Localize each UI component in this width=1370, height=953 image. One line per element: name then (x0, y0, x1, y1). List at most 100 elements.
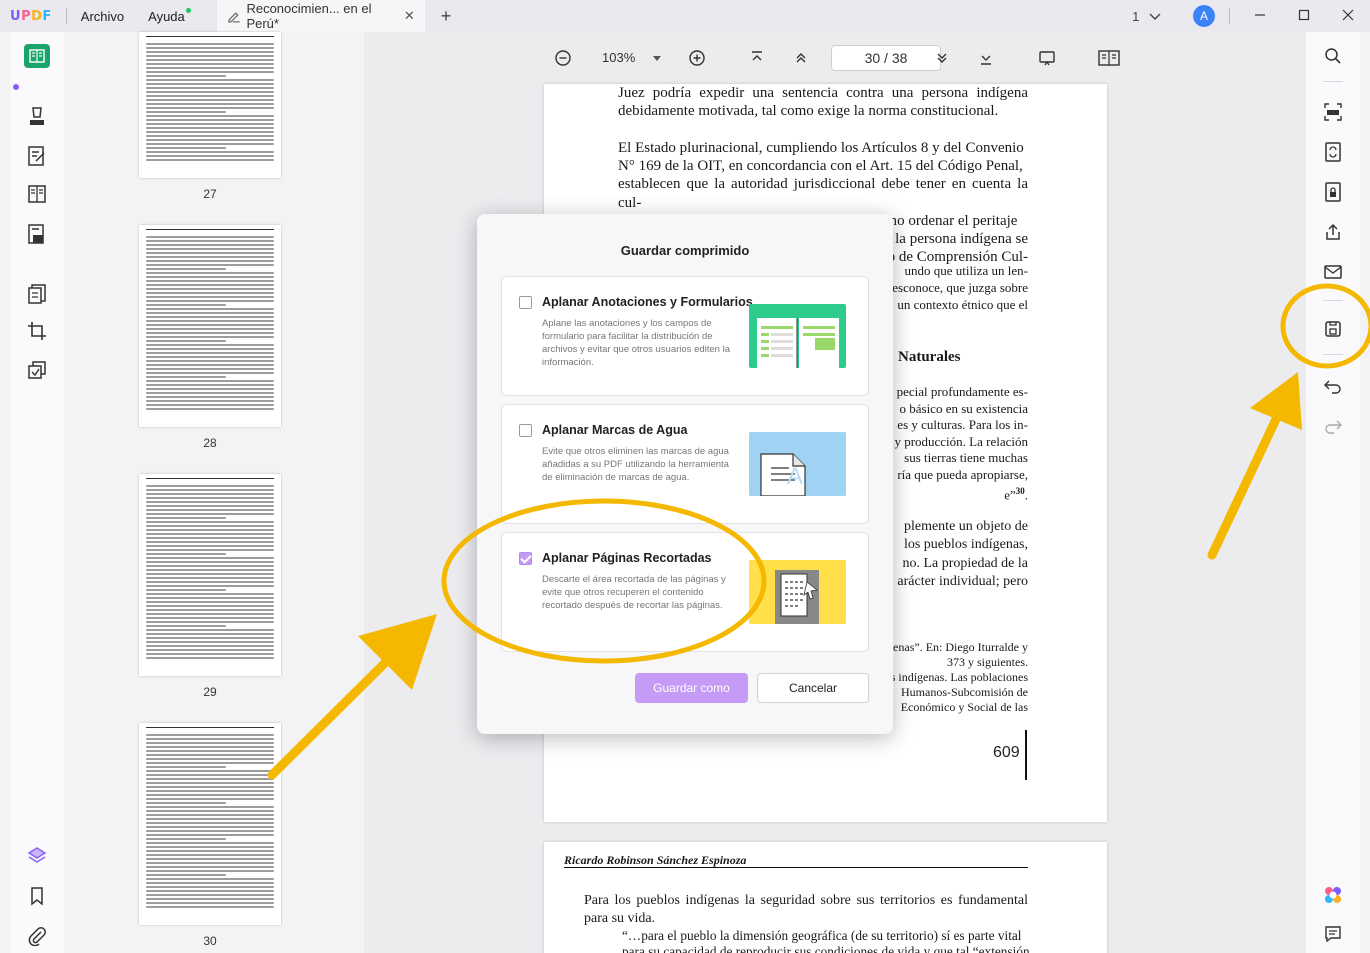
share-icon[interactable] (1323, 222, 1343, 242)
option-flatten-watermarks[interactable]: Aplanar Marcas de Agua Evite que otros e… (501, 404, 869, 524)
window-count-dropdown[interactable]: 1 (1132, 9, 1161, 24)
thumbnail-text-line (146, 489, 274, 491)
text-line: o básico en su existencia (899, 400, 1028, 416)
text-line: N° 169 de la OIT, en concordancia con el… (618, 158, 1023, 175)
thumbnail-page-29[interactable] (139, 474, 281, 676)
thumbnail-text-line (146, 280, 274, 282)
menu-ayuda[interactable]: Ayuda (148, 7, 191, 24)
thumbnail-text-line (146, 304, 226, 306)
layers-icon[interactable] (25, 844, 49, 868)
thumbnail-text-line (146, 75, 226, 77)
thumbnail-text-line (146, 758, 274, 760)
checkbox-flatten-cropped-pages[interactable] (519, 552, 532, 565)
page-margin-bar (1025, 730, 1027, 780)
checkbox-flatten-watermarks[interactable] (519, 424, 532, 437)
ocr-icon[interactable] (1323, 102, 1343, 122)
thumbnail-text-line (146, 537, 274, 539)
reader-icon[interactable] (24, 44, 50, 68)
cancel-button[interactable]: Cancelar (757, 673, 869, 703)
thumbnail-text-line (146, 782, 274, 784)
page-number-input[interactable]: 30 / 38 (831, 45, 941, 71)
close-tab-icon[interactable]: ✕ (404, 8, 415, 24)
thumbnail-text-line (146, 902, 274, 904)
zoom-level[interactable]: 103% (602, 50, 662, 65)
first-page-icon[interactable] (748, 49, 766, 67)
thumbnail-text-line (146, 734, 274, 736)
minimize-button[interactable] (1238, 8, 1282, 25)
next-page-icon[interactable] (933, 49, 951, 67)
zoom-in-icon[interactable] (688, 49, 706, 67)
protect-icon[interactable] (1323, 182, 1343, 202)
save-compressed-icon[interactable] (1323, 319, 1343, 339)
thumbnail-text-line (146, 822, 274, 824)
edit-pdf-icon[interactable] (25, 144, 49, 168)
thumbnail-text-line (146, 380, 274, 382)
thumbnail-text-line (146, 344, 274, 346)
thumbnail-text-line (146, 364, 274, 366)
option-title: Aplanar Páginas Recortadas (542, 551, 712, 565)
email-icon[interactable] (1323, 262, 1343, 282)
option-flatten-cropped-pages[interactable]: Aplanar Páginas Recortadas Descarte el á… (501, 532, 869, 652)
watermarks-illustration: A (749, 432, 846, 496)
bookmark-icon[interactable] (25, 884, 49, 908)
thumbnail-label: 28 (203, 436, 217, 450)
page-organize-icon[interactable] (25, 182, 49, 206)
page-tools-icon[interactable] (25, 358, 49, 382)
page-paragraph: Para los pueblos indígenas la seguridad … (584, 893, 1028, 927)
title-bar: UPDF Archivo Ayuda Reconocimien... en el… (0, 0, 1370, 32)
thumbnail-page-30[interactable] (139, 723, 281, 925)
convert-icon[interactable] (25, 282, 49, 306)
thumbnail-text-line (146, 91, 274, 93)
total-pages: 38 (891, 50, 908, 66)
header-rule (564, 867, 1028, 868)
new-tab-button[interactable]: + (441, 6, 452, 27)
zoom-out-icon[interactable] (554, 49, 572, 67)
previous-page-icon[interactable] (792, 49, 810, 67)
text-line: e”30. (1004, 486, 1028, 503)
form-icon[interactable] (25, 222, 49, 246)
thumbnail-header-rule (146, 727, 274, 728)
thumbnail-text-line (146, 83, 274, 85)
thumbnail-text-line (146, 894, 274, 896)
search-icon[interactable] (1323, 46, 1343, 66)
thumbnail-text-line (146, 493, 274, 495)
user-avatar[interactable]: A (1193, 5, 1215, 27)
thumbnail-text-line (146, 541, 274, 543)
redo-icon[interactable] (1323, 416, 1343, 436)
thumbnail-text-line (146, 609, 274, 611)
thumbnail-text-line (146, 798, 274, 800)
close-window-button[interactable] (1326, 8, 1370, 25)
checkbox-flatten-annotations[interactable] (519, 296, 532, 309)
menu-archivo[interactable]: Archivo (81, 9, 124, 24)
thumbnail-text-line (146, 601, 274, 603)
page-layout-icon[interactable] (1098, 49, 1120, 67)
thumbnail-text-line (146, 127, 274, 129)
text-line: esconoce, que juzga sobre (892, 280, 1028, 295)
attachment-icon[interactable] (25, 924, 49, 948)
maximize-button[interactable] (1282, 8, 1326, 25)
thumbnail-text-line (146, 826, 274, 828)
presentation-icon[interactable] (1038, 49, 1056, 67)
thumbnail-text-line (146, 621, 274, 623)
document-tab[interactable]: Reconocimien... en el Perú* ✕ (216, 0, 425, 32)
comment-icon[interactable] (25, 104, 49, 128)
last-page-icon[interactable] (977, 49, 995, 67)
page-separator: / (884, 50, 888, 66)
chat-icon[interactable] (1323, 924, 1343, 944)
page-quote: “…para el pueblo la dimensión geográfica… (622, 928, 1030, 953)
ai-assistant-icon[interactable] (1323, 885, 1343, 905)
crop-icon[interactable] (25, 319, 49, 343)
option-flatten-annotations[interactable]: Aplanar Anotaciones y Formularios Aplane… (501, 276, 869, 396)
convert-pdf-icon[interactable] (1323, 142, 1343, 162)
thumbnail-text-line (146, 324, 274, 326)
thumbnail-text-line (146, 155, 274, 157)
thumbnail-text-line (146, 529, 274, 531)
viewer-toolbar: 103% 30 / 38 (364, 32, 1306, 84)
thumbnail-page-28[interactable] (139, 225, 281, 427)
save-as-button[interactable]: Guardar como (635, 673, 748, 703)
thumbnail-page-27[interactable] (139, 32, 281, 178)
save-compressed-dialog: Guardar comprimido Aplanar Anotaciones y… (477, 214, 893, 734)
undo-icon[interactable] (1323, 376, 1343, 396)
thumbnail-text-line (146, 577, 274, 579)
text-line: es y culturas. Para los in- (897, 417, 1028, 432)
